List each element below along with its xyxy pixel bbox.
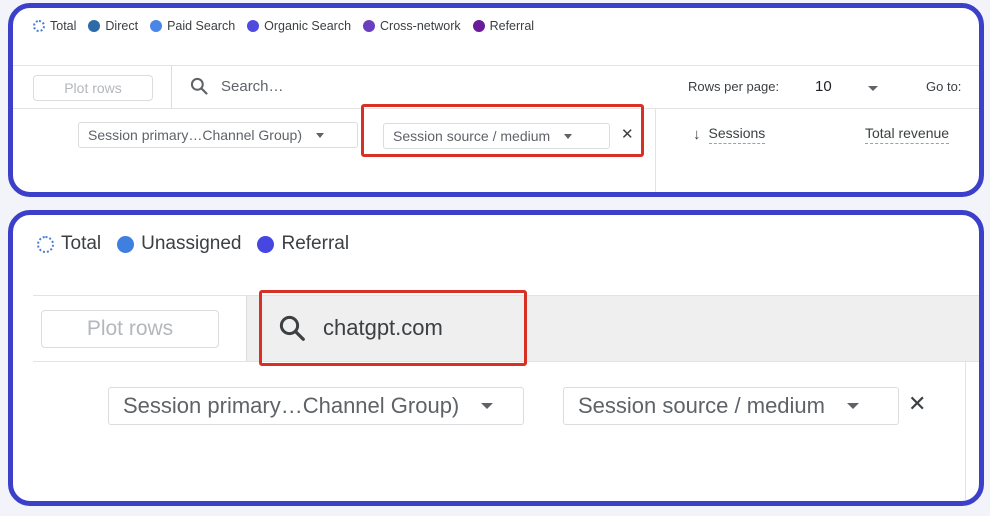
legend-label: Unassigned [141,233,242,254]
legend-label: Direct [105,19,139,33]
report-panel-before: Total Direct Paid Search Organic Search … [8,3,984,197]
search-box[interactable]: Search… [189,76,284,96]
sessions-label: Sessions [708,125,766,144]
rows-per-page-select[interactable]: 10 [815,78,832,95]
legend-referral-marker [257,235,275,253]
legend-total-marker [33,20,45,32]
secondary-dimension-select[interactable]: Session source / medium [563,387,899,425]
legend-item-total[interactable]: Total [33,19,76,33]
legend-direct-marker [88,20,101,32]
go-to-label: Go to: [926,79,962,94]
rows-per-page-label: Rows per page: [688,79,780,94]
legend-item-unassigned[interactable]: Unassigned [117,233,241,255]
legend-unassigned-marker [117,235,135,253]
chevron-down-icon [847,403,859,409]
plot-rows-button[interactable]: Plot rows [33,75,153,101]
arrow-down-icon: ↓ [693,126,701,143]
highlight-box [259,290,527,366]
primary-dimension-select[interactable]: Session primary…Channel Group) [108,387,524,425]
highlight-box [361,104,644,157]
close-icon[interactable]: ✕ [908,391,926,417]
column-divider [965,360,966,501]
search-icon [190,77,208,95]
legend-item-referral[interactable]: Referral [257,233,349,255]
legend-referral-marker [472,20,485,32]
column-header-sessions[interactable]: ↓ Sessions [693,125,766,144]
legend-total-marker [37,235,54,253]
legend-label: Total [61,233,102,254]
legend-label: Referral [489,19,535,33]
primary-dimension-label: Session primary…Channel Group) [123,393,460,418]
total-revenue-label: Total revenue [865,125,950,144]
plot-rows-button[interactable]: Plot rows [41,310,219,348]
legend-label: Paid Search [167,19,236,33]
toolbar-divider [171,66,172,108]
table-toolbar: Plot rows Search… Rows per page: 10 Go t… [13,65,979,109]
legend-item-organic-search[interactable]: Organic Search [247,19,351,33]
legend-organic-search-marker [247,20,260,32]
search-placeholder: Search… [221,77,284,95]
column-header-total-revenue[interactable]: Total revenue [865,125,950,144]
legend-cross-network-marker [363,20,376,32]
chevron-down-icon [315,132,324,138]
legend-label: Organic Search [264,19,352,33]
chart-legend: Total Direct Paid Search Organic Search … [33,19,546,33]
legend-item-direct[interactable]: Direct [88,19,138,33]
legend-label: Total [50,19,77,33]
report-panel-after: Total Unassigned Referral Plot rows chat… [8,210,984,506]
legend-paid-search-marker [150,20,163,32]
secondary-dimension-label: Session source / medium [578,393,825,418]
primary-dimension-select[interactable]: Session primary…Channel Group) [78,122,358,148]
legend-item-cross-network[interactable]: Cross-network [363,19,461,33]
legend-item-paid-search[interactable]: Paid Search [150,19,235,33]
legend-label: Cross-network [380,19,461,33]
primary-dimension-label: Session primary…Channel Group) [88,127,302,143]
legend-label: Referral [281,233,350,254]
chevron-down-icon[interactable] [868,86,878,91]
legend-item-referral[interactable]: Referral [472,19,535,33]
legend-item-total[interactable]: Total [37,233,101,255]
chevron-down-icon [481,403,494,409]
chart-legend: Total Unassigned Referral [37,233,365,255]
column-divider [655,108,656,192]
